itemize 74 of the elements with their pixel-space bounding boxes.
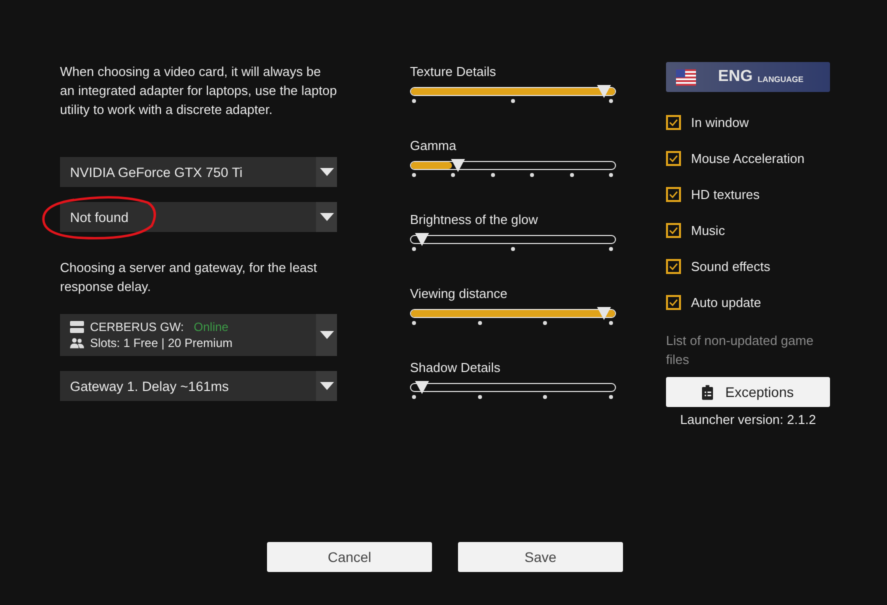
- checkbox-option[interactable]: Sound effects: [666, 257, 830, 276]
- tick-mark: [490, 173, 495, 177]
- slots-text: Slots: 1 Free | 20 Premium: [90, 336, 232, 350]
- info-text: List of non-updated game files: [666, 332, 814, 369]
- checkbox-option[interactable]: Music: [666, 221, 830, 240]
- tick-mark: [478, 321, 482, 325]
- action-button[interactable]: Save: [458, 542, 623, 572]
- server-icon: [70, 321, 84, 333]
- server-name: CERBERUS GW:: [90, 320, 184, 334]
- action-button[interactable]: Cancel: [267, 542, 432, 572]
- language-button[interactable]: ENG LANGUAGE: [666, 62, 830, 92]
- flag-icon: [676, 68, 696, 86]
- check-icon: [668, 117, 679, 128]
- checkbox-option[interactable]: Auto update: [666, 293, 830, 312]
- tick-mark: [609, 321, 613, 325]
- tick-mark: [609, 99, 613, 103]
- dropdown[interactable]: Not found: [60, 202, 337, 232]
- slider-thumb[interactable]: [450, 157, 466, 173]
- check-icon: [668, 153, 679, 164]
- checkbox[interactable]: [666, 115, 681, 130]
- tick-mark: [510, 99, 514, 103]
- checkbox-option[interactable]: HD textures: [666, 185, 830, 204]
- users-icon: [70, 337, 84, 349]
- slider-label: Texture Details: [410, 64, 497, 79]
- tick-mark: [530, 173, 534, 177]
- info-text: When choosing a video card, it will always be an integrated adapter for laptops, use the laptop utility to work with a discrete adapter.: [60, 63, 337, 119]
- version-text: Launcher version: 2.1.2: [679, 412, 817, 427]
- info-text: Choosing a server and gateway, for the least response delay.: [60, 259, 318, 296]
- slider-label: Brightness of the glow: [410, 212, 539, 227]
- check-icon: [668, 189, 679, 200]
- tick-mark: [412, 99, 416, 103]
- tick-mark: [543, 395, 548, 399]
- tick-mark: [451, 173, 456, 177]
- checkbox[interactable]: [666, 187, 681, 202]
- tick-mark: [412, 321, 416, 325]
- caret-icon: [320, 168, 334, 176]
- dropdown[interactable]: NVIDIA GeForce GTX 750 Ti: [60, 157, 337, 187]
- checkbox-option[interactable]: Mouse Acceleration: [666, 149, 830, 168]
- tick-mark: [570, 173, 574, 177]
- tick-mark: [609, 173, 613, 177]
- tick-mark: [609, 395, 613, 399]
- caret-icon: [320, 331, 334, 339]
- tick-mark: [609, 247, 613, 251]
- check-icon: [668, 297, 679, 308]
- slider-thumb[interactable]: [596, 305, 612, 321]
- slider-track[interactable]: [410, 235, 616, 244]
- exceptions-button[interactable]: Exceptions: [666, 377, 830, 407]
- slider-track[interactable]: [410, 383, 616, 392]
- tick-mark: [412, 173, 416, 177]
- slider-thumb[interactable]: [414, 231, 430, 247]
- slider-label: Viewing distance: [410, 286, 508, 301]
- tick-mark: [510, 247, 514, 251]
- check-icon: [668, 261, 679, 272]
- tick-mark: [412, 247, 416, 251]
- checkbox[interactable]: [666, 151, 681, 166]
- checkbox[interactable]: [666, 295, 681, 310]
- caret-icon: [320, 213, 334, 221]
- checkbox[interactable]: [666, 223, 681, 238]
- slider-thumb[interactable]: [414, 379, 430, 395]
- slider-track[interactable]: [410, 161, 616, 170]
- clipboard-icon: [702, 384, 714, 400]
- tick-mark: [543, 321, 548, 325]
- server-dropdown[interactable]: CERBERUS GW: Online Slots: 1 Free | 20 Premium: [60, 314, 337, 356]
- checkbox[interactable]: [666, 259, 681, 274]
- slider-label: Shadow Details: [410, 360, 502, 375]
- check-icon: [668, 225, 679, 236]
- tick-mark: [412, 395, 416, 399]
- tick-mark: [478, 395, 482, 399]
- caret-icon: [320, 382, 334, 390]
- slider-thumb[interactable]: [596, 83, 612, 99]
- server-status: Online: [194, 320, 228, 334]
- slider-label: Gamma: [410, 138, 458, 153]
- dropdown[interactable]: Gateway 1. Delay ~161ms: [60, 371, 337, 401]
- checkbox-option[interactable]: In window: [666, 113, 830, 132]
